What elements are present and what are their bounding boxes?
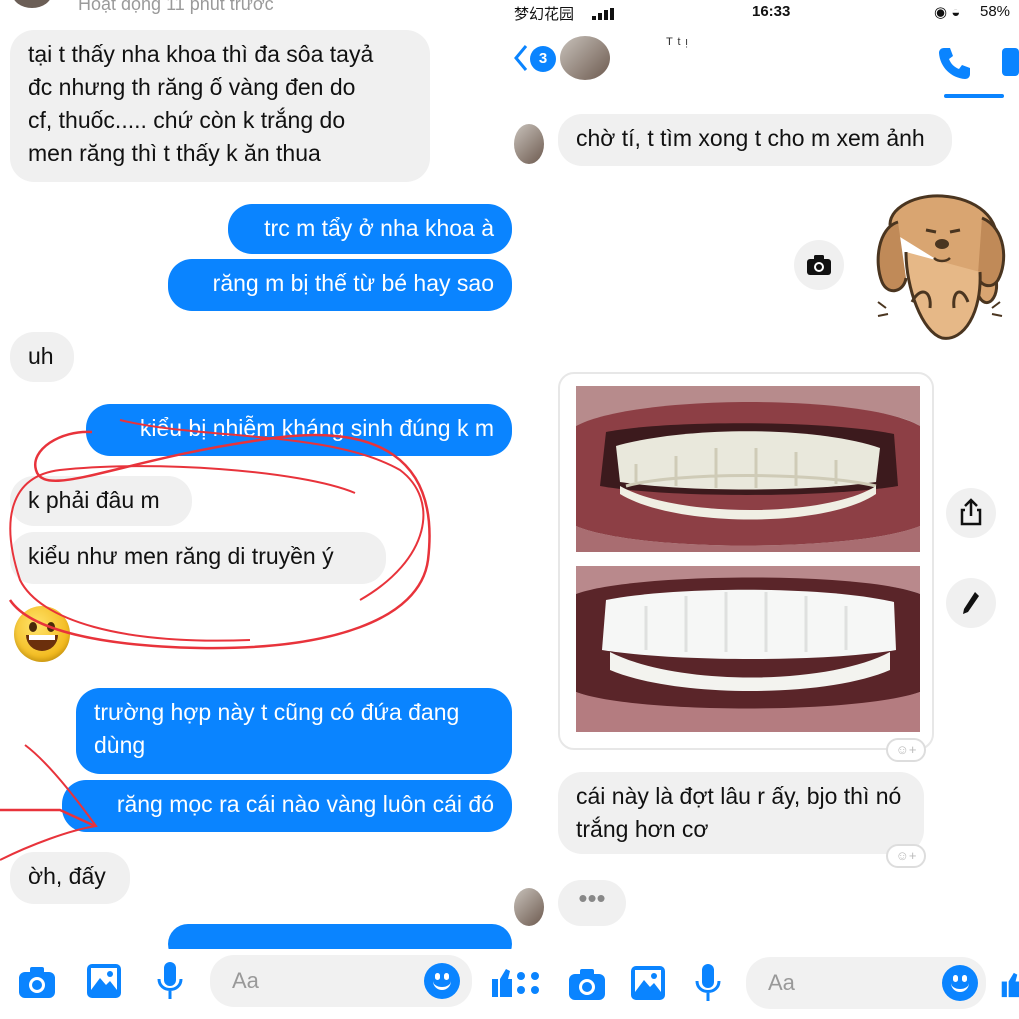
apps-icon[interactable] [516, 971, 540, 995]
video-call-icon[interactable] [1002, 48, 1019, 76]
image-icon[interactable] [630, 965, 666, 1001]
right-chat-screenshot: 梦幻花园 16:33 ◉ ◒ 58% 3 ᵀ ᵗ ᵎ chờ tí, t tìm… [514, 0, 1019, 1019]
message-incoming[interactable]: uh [10, 332, 74, 382]
microphone-icon[interactable] [156, 961, 184, 1001]
message-outgoing[interactable]: trường hợp này t cũng có đứa đang dùng [76, 688, 512, 774]
camera-icon[interactable] [568, 967, 606, 1001]
message-outgoing[interactable]: răng mọc ra cái nào vàng luôn cái đó [62, 780, 512, 832]
react-button[interactable]: ☺+ [886, 844, 926, 868]
message-outgoing[interactable]: trc m tẩy ở nha khoa à [228, 204, 512, 254]
teeth-photo-before[interactable] [576, 386, 920, 552]
contact-avatar[interactable] [560, 36, 610, 80]
message-incoming[interactable]: chờ tí, t tìm xong t cho m xem ảnh [558, 114, 952, 166]
chat-header: 3 ᵀ ᵗ ᵎ [514, 24, 1019, 98]
clock: 16:33 [752, 3, 791, 20]
message-outgoing[interactable]: kiểu bị nhiễm kháng sinh đúng k m [86, 404, 512, 456]
image-icon[interactable] [86, 963, 122, 999]
composer-toolbar: Aa [514, 949, 1019, 1019]
sender-avatar [514, 124, 544, 164]
like-icon[interactable] [1000, 969, 1019, 1001]
message-incoming[interactable]: ờh, đấy [10, 852, 130, 904]
signal-icon [592, 8, 614, 20]
share-icon[interactable] [946, 488, 996, 538]
teeth-photo-after[interactable] [576, 566, 920, 732]
back-icon[interactable] [514, 44, 528, 72]
react-button[interactable]: ☺+ [886, 738, 926, 762]
status-icons: ◉ ◒ [934, 4, 961, 21]
like-icon[interactable] [490, 967, 512, 999]
contact-avatar[interactable] [12, 0, 52, 8]
unread-count-badge: 3 [530, 46, 556, 72]
puppy-sticker[interactable] [872, 192, 1008, 342]
microphone-icon[interactable] [694, 963, 722, 1003]
sender-avatar [514, 888, 544, 926]
smiley-icon[interactable] [942, 965, 978, 1001]
photo-message[interactable] [558, 372, 934, 750]
message-outgoing[interactable]: răng m bị thế từ bé hay sao [168, 259, 512, 311]
edit-icon[interactable] [946, 578, 996, 628]
carrier-name: 梦幻花园 [514, 6, 575, 23]
message-incoming[interactable]: cái này là đợt lâu r ấy, bjo thì nó trắn… [558, 772, 924, 854]
left-chat-screenshot: Hoạt động 11 phút trước tại t thấy nha k… [0, 0, 512, 1019]
composer-toolbar: Aa [0, 949, 512, 1019]
smiley-icon[interactable] [424, 963, 460, 999]
header-underline [944, 94, 1004, 98]
phone-icon[interactable] [938, 46, 972, 80]
grinning-emoji-icon [14, 606, 70, 662]
active-status: Hoạt động 11 phút trước [78, 0, 274, 14]
camera-icon[interactable] [794, 240, 844, 290]
message-incoming[interactable]: tại t thấy nha khoa thì đa sôa tayả đc n… [10, 30, 430, 182]
typing-indicator: ••• [558, 880, 626, 926]
message-incoming[interactable]: k phải đâu m [10, 476, 192, 526]
status-bar: 梦幻花园 16:33 ◉ ◒ 58% [514, 0, 1019, 24]
message-incoming[interactable]: kiểu như men răng di truyền ý [10, 532, 386, 584]
camera-icon[interactable] [18, 965, 56, 999]
battery-level: 58% [980, 3, 1011, 20]
contact-name[interactable]: ᵀ ᵗ ᵎ [666, 36, 688, 54]
